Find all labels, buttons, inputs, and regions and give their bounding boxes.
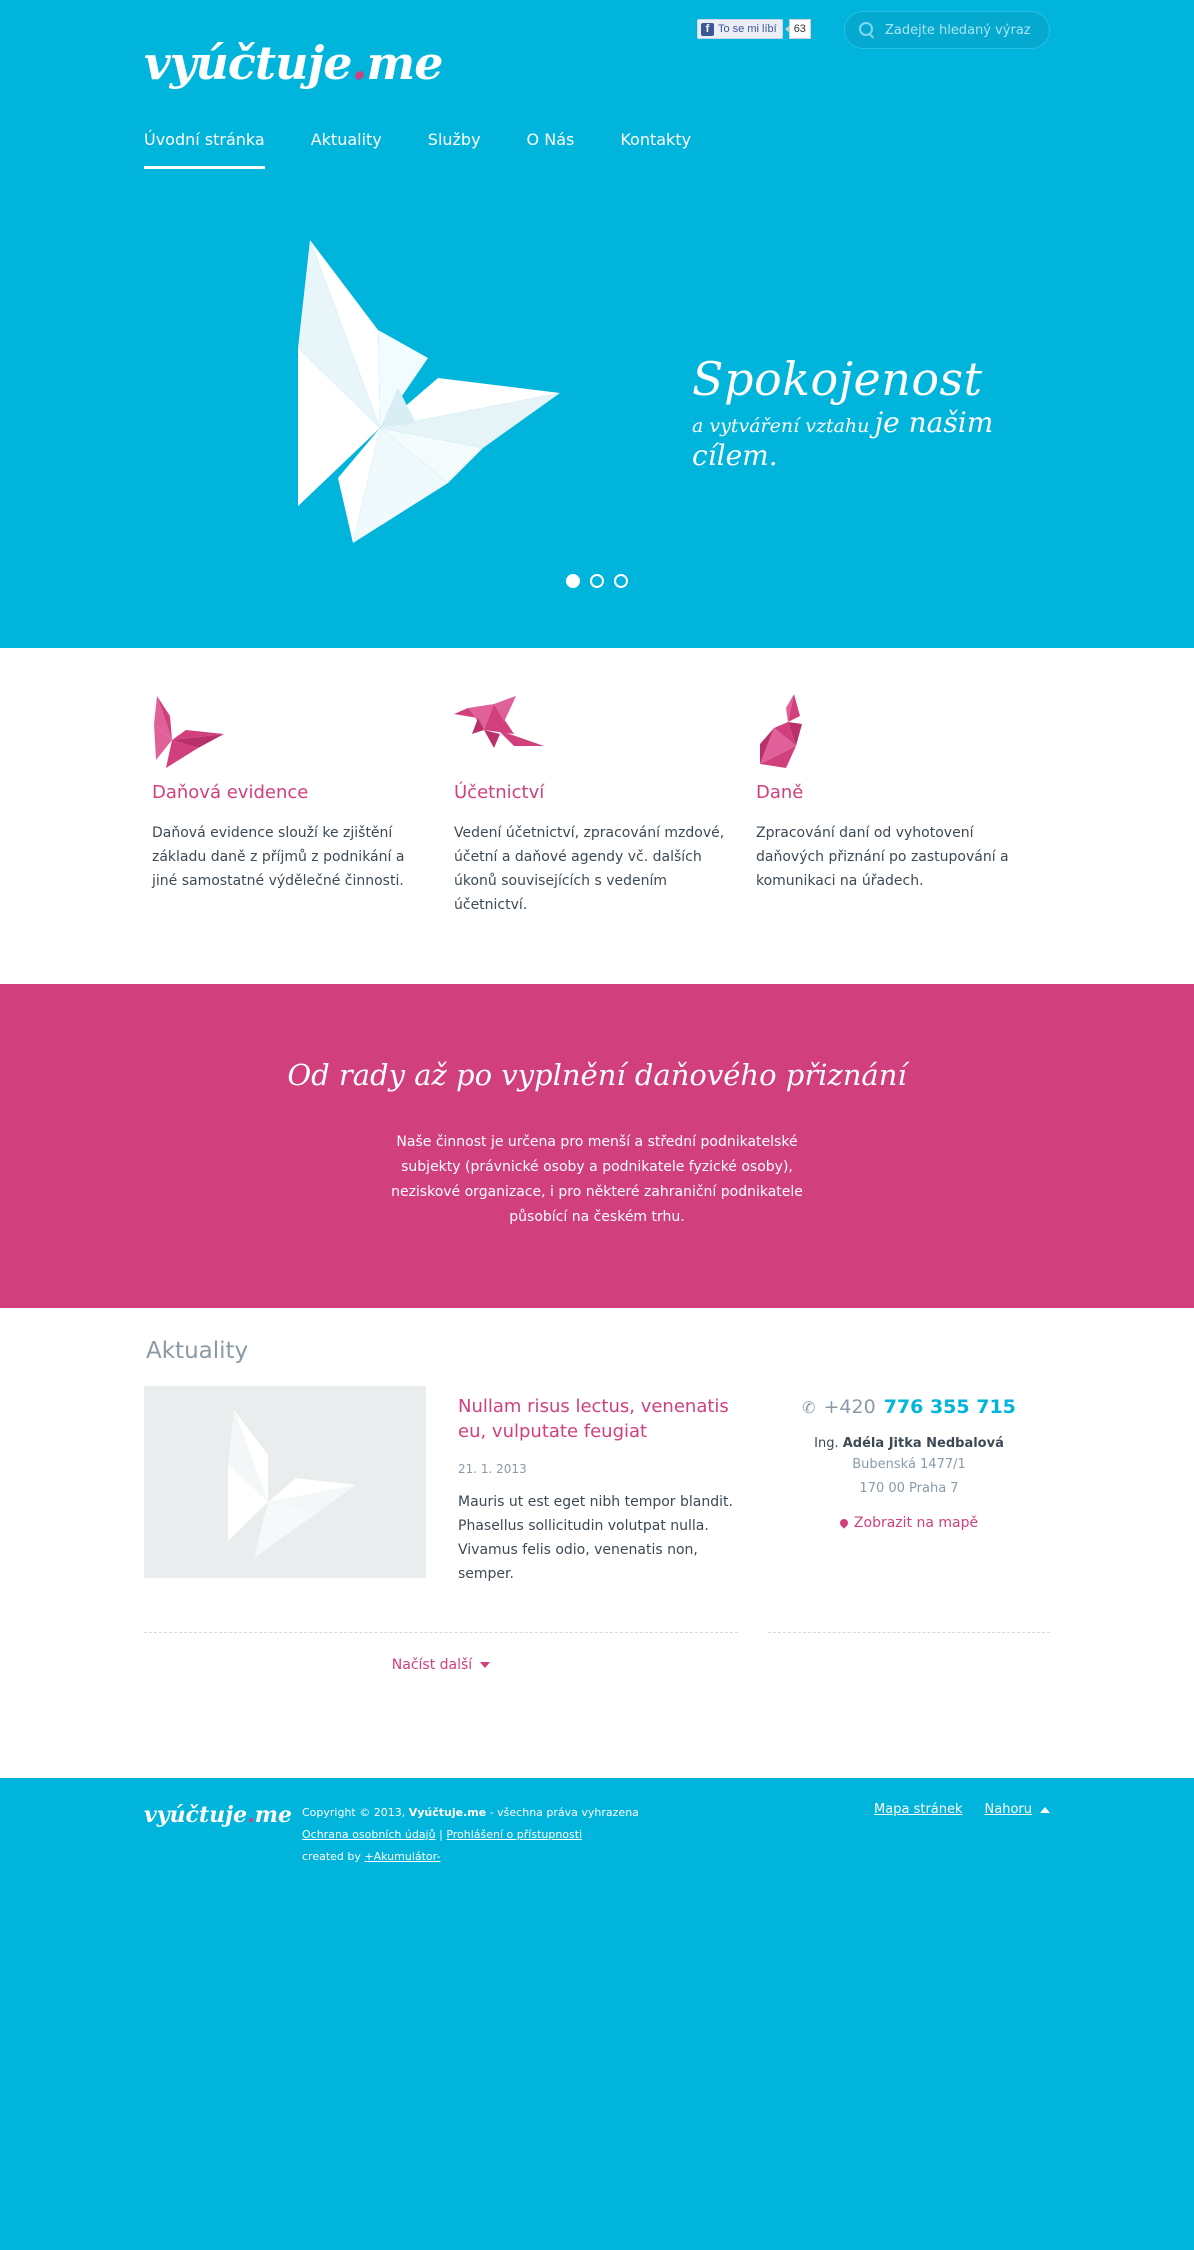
news-dividers — [144, 1632, 1050, 1633]
article-excerpt: Mauris ut est eget nibh tempor blandit. … — [458, 1494, 733, 1582]
news-heading: Aktuality — [146, 1338, 249, 1364]
news-article: Nullam risus lectus, venenatis eu, vulpu… — [426, 1386, 738, 1586]
slogan-headline: Spokojenost — [692, 352, 983, 406]
contact-city: 170 00 Praha 7 — [859, 1481, 959, 1496]
slider-dot-2[interactable] — [590, 574, 604, 588]
nav-item-services[interactable]: Služby — [428, 130, 481, 169]
contact-street: Bubenská 1477/1 — [852, 1457, 966, 1472]
facebook-like-button[interactable]: f To se mi líbí — [697, 19, 783, 39]
slogan-line-small: a vytváření vztahu — [692, 415, 870, 437]
slider-dot-1[interactable] — [566, 574, 580, 588]
rabbit-icon — [760, 694, 802, 768]
facebook-like-count: 63 — [784, 19, 811, 39]
search-icon[interactable] — [859, 22, 875, 38]
butterfly-placeholder-image — [228, 1410, 356, 1558]
service-description: Vedení účetnictví, zpracování mzdové, úč… — [454, 825, 725, 913]
chevron-down-icon — [480, 1662, 491, 1668]
hero-slogan: Spokojenost a vytváření vztahu je našim … — [692, 352, 1050, 472]
contact-name: Ing. Adéla Jitka Nedbalová — [814, 1436, 1004, 1451]
footer-logo[interactable]: vyúčtuje.me — [144, 1802, 302, 1868]
bird-icon — [454, 696, 544, 748]
divider — [144, 1632, 738, 1633]
footer-links: Mapa stránek Nahoru — [874, 1802, 1050, 1868]
service-tax-records: Daňová evidence Daňová evidence slouží k… — [144, 694, 446, 917]
nav-item-contacts[interactable]: Kontakty — [620, 130, 691, 169]
footer: vyúčtuje.me Copyright © 2013, Vyúčtuje.m… — [0, 1778, 1194, 2250]
privacy-link[interactable]: Ochrana osobních údajů — [302, 1828, 436, 1841]
main-nav: Úvodní stránka Aktuality Služby O Nás Ko… — [144, 130, 737, 169]
band-title: Od rady až po vyplnění daňového přiznání — [287, 1058, 907, 1092]
article-title[interactable]: Nullam risus lectus, venenatis eu, vulpu… — [458, 1394, 738, 1444]
map-pin-icon — [838, 1517, 850, 1529]
creator-link[interactable]: +Akumulátor- — [364, 1850, 440, 1863]
hero-section: vyúčtuje.me f To se mi líbí 63 Úvodní st… — [0, 0, 1194, 648]
phone-icon: ✆ — [802, 1397, 816, 1417]
slider-pagination — [144, 574, 1050, 588]
site-logo[interactable]: vyúčtuje.me — [144, 36, 443, 90]
service-accounting: Účetnictví Vedení účetnictví, zpracování… — [446, 694, 748, 917]
service-title: Daně — [756, 782, 804, 803]
service-taxes: Daně Zpracování daní od vyhotovení daňov… — [748, 694, 1050, 917]
contact-box: ✆ +420 776 355 715 Ing. Adéla Jitka Nedba… — [768, 1386, 1050, 1586]
article-date: 21. 1. 2013 — [458, 1462, 527, 1476]
show-map-link[interactable]: Zobrazit na mapě — [768, 1515, 1050, 1531]
intro-band: Od rady až po vyplnění daňového přiznání… — [0, 984, 1194, 1308]
chevron-up-icon — [1040, 1806, 1050, 1813]
slider-dot-3[interactable] — [614, 574, 628, 588]
services-section: Daňová evidence Daňová evidence slouží k… — [0, 648, 1194, 984]
service-title: Daňová evidence — [152, 782, 309, 803]
service-description: Daňová evidence slouží ke zjištění zákla… — [152, 825, 405, 889]
service-title: Účetnictví — [454, 782, 545, 803]
load-more-button[interactable]: Načíst další — [144, 1657, 738, 1673]
origami-butterfly-illustration — [298, 240, 560, 543]
accessibility-link[interactable]: Prohlášení o přístupnosti — [446, 1828, 582, 1841]
news-section: Aktuality Nullam risus lectus, venenatis… — [0, 1308, 1194, 1778]
nav-item-home[interactable]: Úvodní stránka — [144, 130, 265, 169]
divider — [768, 1632, 1050, 1633]
nav-item-news[interactable]: Aktuality — [311, 130, 382, 169]
nav-item-about[interactable]: O Nás — [527, 130, 575, 169]
news-thumbnail[interactable] — [144, 1386, 426, 1578]
band-text: Naše činnost je určena pro menší a střed… — [391, 1134, 803, 1225]
contact-phone[interactable]: ✆ +420 776 355 715 — [768, 1396, 1050, 1418]
butterfly-icon — [154, 696, 224, 768]
service-description: Zpracování daní od vyhotovení daňových p… — [756, 825, 1009, 889]
back-to-top-link[interactable]: Nahoru — [985, 1802, 1050, 1868]
facebook-icon: f — [701, 22, 714, 36]
footer-copyright: Copyright © 2013, Vyúčtuje.me - všechna … — [302, 1806, 639, 1863]
facebook-like-widget: f To se mi líbí 63 — [697, 19, 811, 39]
contact-address: Bubenská 1477/1 170 00 Praha 7 — [768, 1453, 1050, 1501]
search-input[interactable] — [885, 22, 1035, 38]
search-box — [844, 11, 1050, 49]
sitemap-link[interactable]: Mapa stránek — [874, 1802, 962, 1868]
